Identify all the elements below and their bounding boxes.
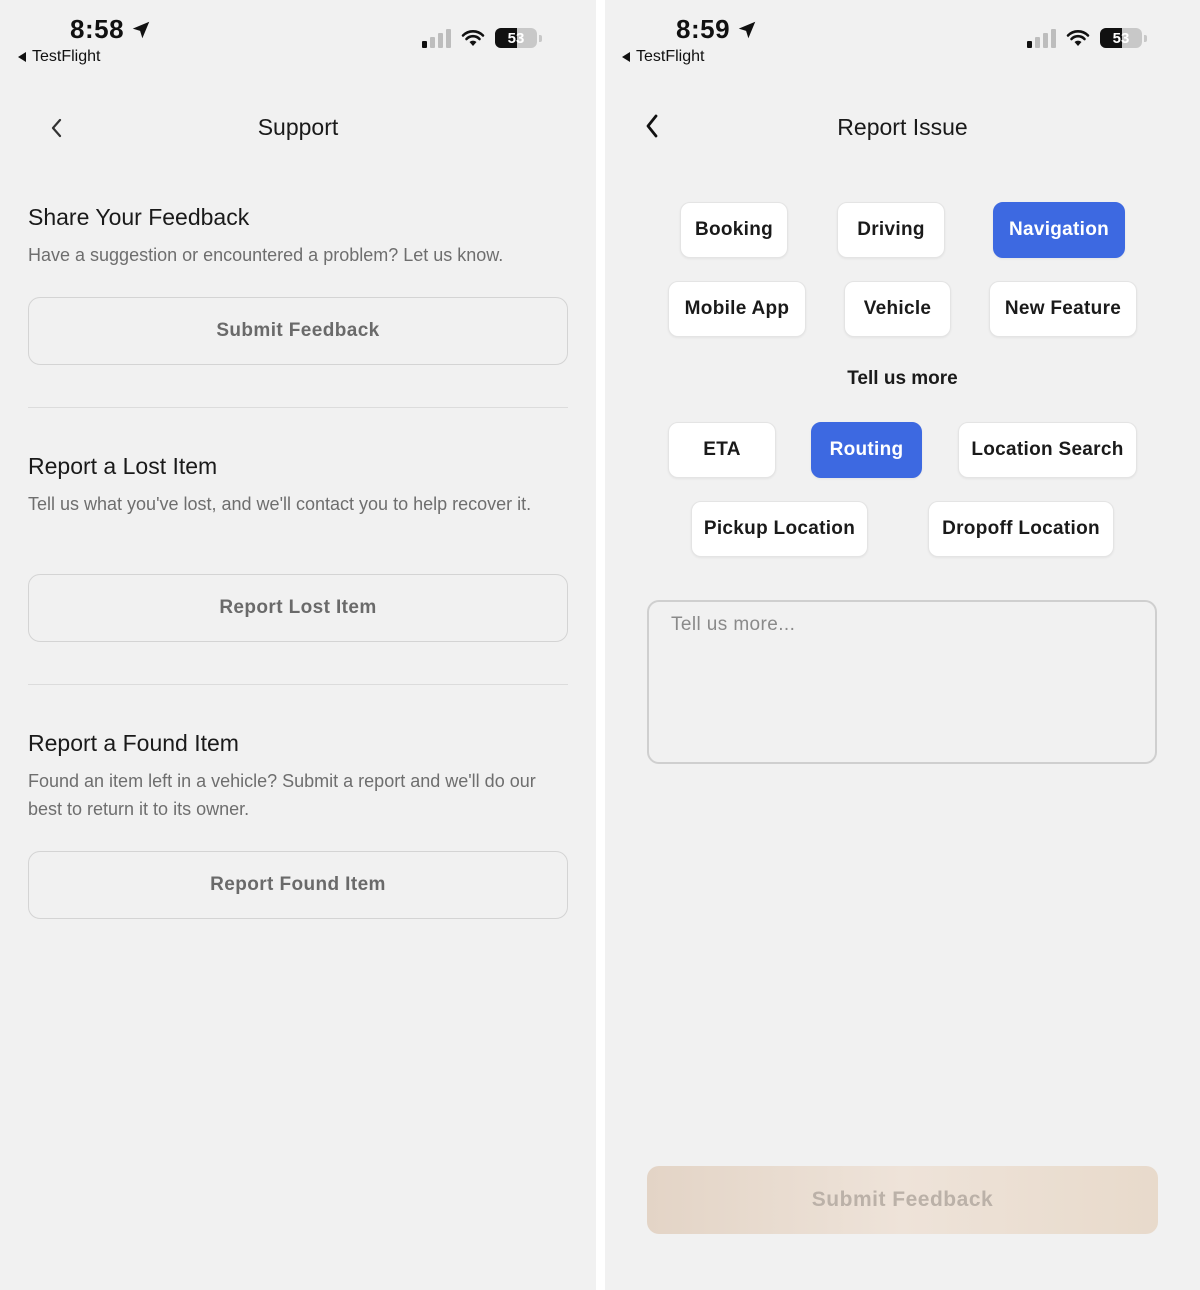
section-title: Share Your Feedback [28, 204, 250, 230]
cellular-signal-icon [1027, 28, 1056, 48]
status-time-text: 8:59 [676, 14, 731, 44]
feedback-section: Share Your Feedback Have a suggestion or… [28, 204, 568, 269]
report-issue-screen: 8:59 TestFlight 53 Report Issue Booking … [605, 0, 1200, 1290]
divider [28, 407, 568, 408]
battery-level: 53 [1112, 29, 1130, 47]
report-lost-item-button[interactable]: Report Lost Item [28, 574, 568, 642]
category-chip-booking[interactable]: Booking [680, 202, 788, 258]
submit-feedback-button[interactable]: Submit Feedback [28, 297, 568, 365]
nav-header: Report Issue [605, 100, 1200, 156]
status-icons: 53 [1027, 28, 1147, 48]
back-to-app-link[interactable]: TestFlight [622, 48, 704, 66]
submit-feedback-button[interactable]: Submit Feedback [647, 1166, 1158, 1234]
details-textarea[interactable] [647, 600, 1157, 764]
location-arrow-icon [132, 21, 150, 38]
subcategory-chip-eta[interactable]: ETA [668, 422, 776, 478]
back-to-app-link[interactable]: TestFlight [18, 48, 100, 66]
category-chip-mobile-app[interactable]: Mobile App [668, 281, 806, 337]
tell-us-more-label: Tell us more [847, 368, 958, 389]
battery-level: 53 [507, 29, 525, 47]
subcategory-chip-pickup-location[interactable]: Pickup Location [691, 501, 868, 557]
page-title: Report Issue [837, 114, 968, 140]
section-description: Have a suggestion or encountered a probl… [28, 245, 504, 265]
battery-icon: 53 [495, 28, 537, 48]
status-icons: 53 [422, 28, 542, 48]
back-triangle-icon [18, 52, 26, 62]
nav-header: Support [0, 100, 596, 156]
page-title: Support [257, 114, 339, 140]
lost-item-section: Report a Lost Item Tell us what you've l… [28, 453, 568, 518]
status-time: 8:59 [676, 14, 758, 45]
cellular-signal-icon [422, 28, 451, 48]
divider [28, 684, 568, 685]
back-to-app-label: TestFlight [636, 48, 705, 65]
found-item-section: Report a Found Item Found an item left i… [28, 730, 568, 823]
section-description: Tell us what you've lost, and we'll cont… [28, 494, 532, 514]
status-time: 8:58 [70, 14, 152, 45]
subcategory-chip-routing[interactable]: Routing [811, 422, 922, 478]
back-to-app-label: TestFlight [32, 48, 101, 65]
wifi-icon [461, 30, 485, 46]
subcategory-chip-dropoff-location[interactable]: Dropoff Location [928, 501, 1114, 557]
status-time-text: 8:58 [70, 14, 125, 44]
category-chip-new-feature[interactable]: New Feature [989, 281, 1137, 337]
subcategory-chip-location-search[interactable]: Location Search [958, 422, 1137, 478]
location-arrow-icon [738, 21, 756, 38]
wifi-icon [1066, 30, 1090, 46]
report-found-item-button[interactable]: Report Found Item [28, 851, 568, 919]
category-chip-driving[interactable]: Driving [837, 202, 945, 258]
category-chip-navigation[interactable]: Navigation [993, 202, 1125, 258]
support-screen: 8:58 TestFlight 53 Support Share Your Fe… [0, 0, 596, 1290]
section-description: Found an item left in a vehicle? Submit … [28, 771, 536, 819]
category-chip-vehicle[interactable]: Vehicle [844, 281, 951, 337]
section-title: Report a Found Item [28, 730, 239, 756]
back-triangle-icon [622, 52, 630, 62]
battery-icon: 53 [1100, 28, 1142, 48]
section-title: Report a Lost Item [28, 453, 218, 479]
